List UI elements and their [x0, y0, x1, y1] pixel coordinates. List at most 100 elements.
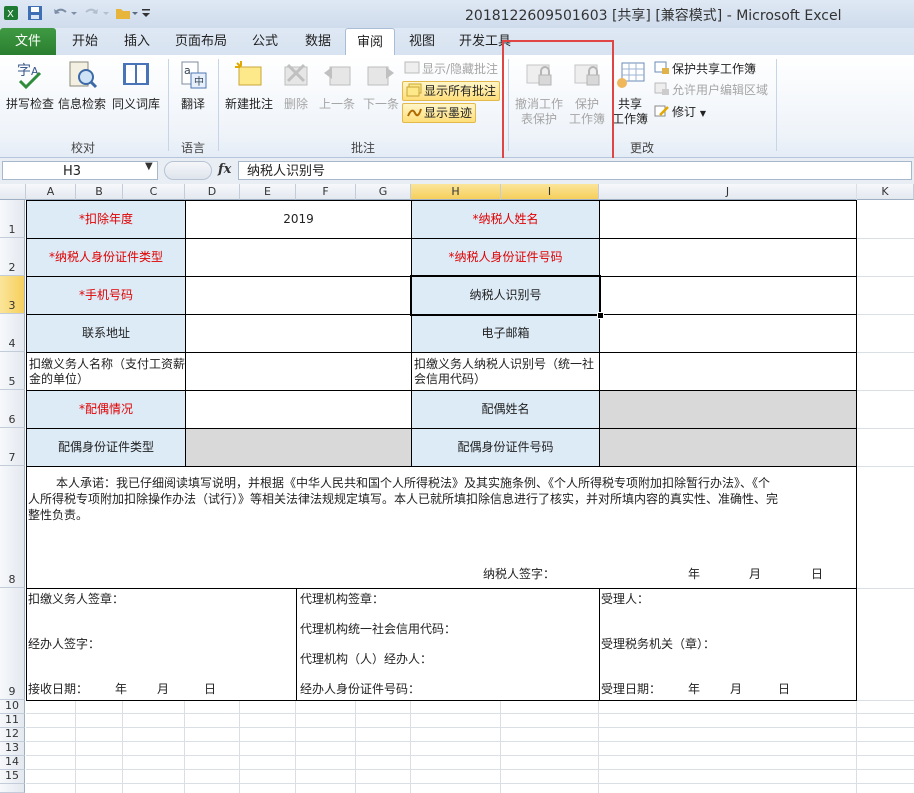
- row-header-9[interactable]: 9: [0, 588, 25, 700]
- show-ink-button[interactable]: 显示墨迹: [402, 103, 477, 123]
- cell-label-withholder-id[interactable]: 扣缴义务人纳税人识别号（统一社会信用代码）: [411, 352, 600, 391]
- cell-label-spouse-status[interactable]: *配偶情况: [26, 390, 186, 429]
- cell-label-spouse-id-type[interactable]: 配偶身份证件类型: [26, 428, 186, 467]
- fill-handle[interactable]: [597, 312, 604, 319]
- cell-phone-value[interactable]: [185, 276, 412, 315]
- protect-share-workbook-button[interactable]: 保护共享工作簿: [654, 60, 756, 78]
- column-header-f[interactable]: F: [296, 184, 356, 200]
- column-header-h[interactable]: H: [411, 184, 501, 200]
- row-header-15[interactable]: 15: [0, 769, 25, 784]
- row-header-12[interactable]: 12: [0, 727, 25, 742]
- sign-year-label: 年: [688, 567, 701, 581]
- cell-taxpayer-name-value[interactable]: [599, 200, 857, 239]
- new-comment-button[interactable]: 新建批注: [222, 59, 276, 112]
- formula-bar-splitter[interactable]: [164, 161, 212, 180]
- row-header-1[interactable]: 1: [0, 200, 25, 238]
- name-box[interactable]: H3: [2, 161, 158, 180]
- tab-review[interactable]: 审阅: [345, 28, 395, 57]
- pledge-line-2: 人所得税专项附加扣除操作办法（试行）》等相关法律法规规定填写。本人已就所填扣除信…: [28, 492, 779, 506]
- sign-day-label: 日: [811, 567, 824, 581]
- row-header-5[interactable]: 5: [0, 352, 25, 390]
- redo-icon[interactable]: [82, 3, 112, 23]
- insert-function-icon[interactable]: fx: [218, 162, 231, 177]
- column-header-c[interactable]: C: [123, 184, 185, 200]
- cell-spouse-id-type-value[interactable]: [185, 428, 412, 467]
- row-header-13[interactable]: 13: [0, 741, 25, 756]
- gridline: [857, 352, 914, 353]
- select-all-corner[interactable]: [0, 184, 26, 200]
- protect-workbook-button[interactable]: 保护 工作簿: [566, 59, 608, 127]
- cell-id-number-value[interactable]: [599, 238, 857, 277]
- unprotect-sheet-button[interactable]: 撤消工作 表保护: [512, 59, 566, 127]
- cell-label-id-number[interactable]: *纳税人身份证件号码: [411, 238, 600, 277]
- cell-label-id-type[interactable]: *纳税人身份证件类型: [26, 238, 186, 277]
- row-header-2[interactable]: 2: [0, 238, 25, 276]
- formula-input[interactable]: 纳税人识别号: [238, 161, 912, 180]
- row-header-3[interactable]: 3: [0, 276, 25, 314]
- tab-home[interactable]: 开始: [60, 28, 110, 55]
- cell-address-value[interactable]: [185, 314, 412, 353]
- tab-view[interactable]: 视图: [397, 28, 447, 55]
- cell-email-value[interactable]: [599, 314, 857, 353]
- track-changes-button[interactable]: 修订 ▼: [654, 103, 706, 121]
- spell-check-button[interactable]: 字 A 拼写检查: [4, 59, 56, 112]
- research-button[interactable]: 信息检索: [56, 59, 108, 112]
- cell-spouse-name-value[interactable]: [599, 390, 857, 429]
- allow-edit-ranges-button[interactable]: 允许用户编辑区域: [654, 81, 768, 99]
- column-header-k[interactable]: K: [857, 184, 914, 200]
- cell-spouse-id-number-value[interactable]: [599, 428, 857, 467]
- cell-label-taxpayer-id[interactable]: 纳税人识别号: [411, 276, 600, 315]
- tab-data[interactable]: 数据: [293, 28, 343, 55]
- row-header-8[interactable]: 8: [0, 466, 25, 588]
- name-box-dropdown-icon[interactable]: ▼: [145, 161, 153, 172]
- cell-label-email[interactable]: 电子邮箱: [411, 314, 600, 353]
- withholder-seal-label: 扣缴义务人签章：: [28, 592, 125, 606]
- tab-insert[interactable]: 插入: [112, 28, 162, 55]
- show-all-comments-button[interactable]: 显示所有批注: [402, 81, 501, 101]
- cell-withholder-id-value[interactable]: [599, 352, 857, 391]
- cell-withholder-name-value[interactable]: [185, 352, 412, 391]
- show-hide-comment-button[interactable]: 显示/隐藏批注: [404, 60, 498, 78]
- cell-label-spouse-name[interactable]: 配偶姓名: [411, 390, 600, 429]
- column-header-d[interactable]: D: [185, 184, 240, 200]
- tab-developer[interactable]: 开发工具: [452, 28, 518, 55]
- cell-label-withholder-name[interactable]: 扣缴义务人名称（支付工资薪金的单位）: [26, 352, 186, 391]
- cell-spouse-status-value[interactable]: [185, 390, 412, 429]
- column-header-i[interactable]: I: [501, 184, 599, 200]
- cell-label-deduction-year[interactable]: *扣除年度: [26, 200, 186, 239]
- next-comment-button[interactable]: 下一条: [360, 59, 402, 112]
- tab-file[interactable]: 文件: [0, 28, 56, 55]
- track-changes-dropdown-icon[interactable]: ▼: [700, 109, 706, 118]
- column-header-e[interactable]: E: [240, 184, 296, 200]
- cell-taxpayer-id-value[interactable]: [599, 276, 857, 315]
- share-workbook-button[interactable]: 共享 工作簿: [610, 59, 650, 127]
- row-header-4[interactable]: 4: [0, 314, 25, 352]
- tab-formulas[interactable]: 公式: [240, 28, 290, 55]
- column-header-g[interactable]: G: [356, 184, 411, 200]
- row-header-14[interactable]: 14: [0, 755, 25, 770]
- column-header-j[interactable]: J: [599, 184, 857, 200]
- row-header-6[interactable]: 6: [0, 390, 25, 428]
- undo-icon[interactable]: [50, 3, 80, 23]
- cell-label-spouse-id-number[interactable]: 配偶身份证件号码: [411, 428, 600, 467]
- customize-qat-icon[interactable]: [140, 3, 152, 23]
- row-header-10[interactable]: 10: [0, 699, 25, 714]
- cell-id-type-value[interactable]: [185, 238, 412, 277]
- worksheet-grid[interactable]: A B C D E F G H I J K 1 2 3 4 5 6 7 8 9 …: [0, 184, 914, 793]
- row-header-16[interactable]: [0, 784, 25, 793]
- column-header-b[interactable]: B: [76, 184, 123, 200]
- delete-comment-button[interactable]: 删除: [278, 59, 314, 112]
- tab-page-layout[interactable]: 页面布局: [166, 28, 236, 55]
- thesaurus-button[interactable]: 同义词库: [108, 59, 164, 112]
- cell-label-phone[interactable]: *手机号码: [26, 276, 186, 315]
- cell-label-taxpayer-name[interactable]: *纳税人姓名: [411, 200, 600, 239]
- row-header-7[interactable]: 7: [0, 428, 25, 466]
- row-header-11[interactable]: 11: [0, 713, 25, 728]
- translate-button[interactable]: a 中 翻译: [172, 59, 214, 112]
- previous-comment-button[interactable]: 上一条: [316, 59, 358, 112]
- cell-deduction-year-value[interactable]: 2019: [185, 200, 412, 239]
- cell-label-address[interactable]: 联系地址: [26, 314, 186, 353]
- open-folder-icon[interactable]: [114, 3, 140, 23]
- save-icon[interactable]: [26, 3, 44, 23]
- column-header-a[interactable]: A: [26, 184, 76, 200]
